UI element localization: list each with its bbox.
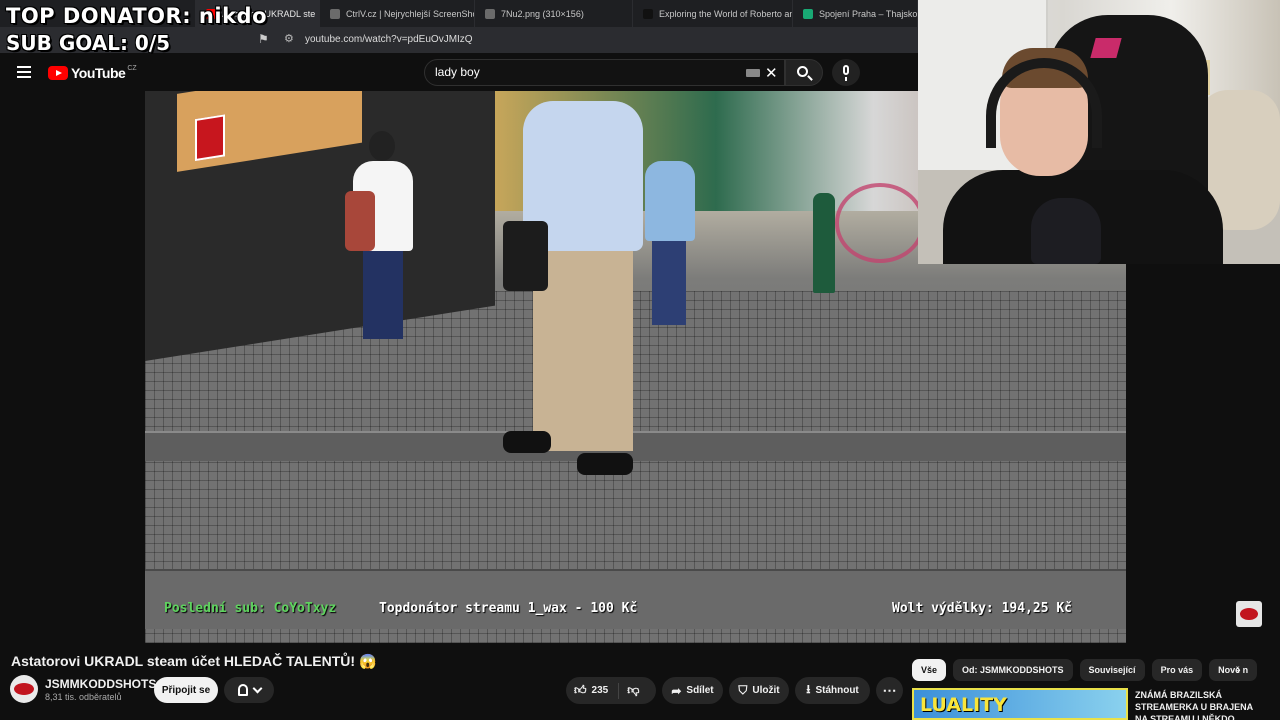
image-favicon-icon <box>485 8 495 19</box>
thumbs-down-icon: 👎︎ <box>627 683 640 697</box>
ctrlv-favicon-icon <box>330 8 340 19</box>
share-button[interactable]: ➦ Sdílet <box>662 677 723 704</box>
search-input[interactable] <box>435 65 735 79</box>
microphone <box>1031 198 1101 264</box>
join-button[interactable]: Připojit se <box>154 677 218 703</box>
youtube-play-icon <box>48 66 68 80</box>
search-button[interactable] <box>785 59 823 86</box>
tiktok-favicon-icon <box>643 8 653 19</box>
youtube-header: YouTube CZ ✕ <box>0 53 918 91</box>
share-icon: ➦ <box>671 683 682 698</box>
streamer-webcam <box>918 0 1280 264</box>
search-box[interactable]: ✕ <box>424 59 785 86</box>
thumbs-up-icon: 👍︎ <box>574 683 587 697</box>
microphone-icon <box>843 65 849 75</box>
recommended-thumbnail[interactable]: LUALITY <box>912 688 1128 720</box>
recommended-title[interactable]: ZNÁMÁ BRAZILSKÁ STREAMERKA U BRAJENA NA … <box>1135 689 1265 720</box>
bell-icon <box>237 684 248 696</box>
pedestrian-old-man <box>503 91 663 491</box>
site-info-icon[interactable]: ⚙ <box>284 32 294 45</box>
more-actions-button[interactable]: ⋯ <box>876 677 903 704</box>
recommendation-chips: Vše Od: JSMMKODDSHOTS Související Pro vá… <box>912 659 1258 681</box>
video-title: Astatorovi UKRADL steam účet HLEDAČ TALE… <box>11 653 377 669</box>
chip-new[interactable]: Nově n <box>1209 659 1258 681</box>
save-button[interactable]: ⛉ Uložit <box>729 677 789 704</box>
youtube-logo[interactable]: YouTube CZ <box>48 65 137 81</box>
bookmark-save-icon: ⛉ <box>738 683 748 697</box>
dislike-button[interactable]: 👎︎ <box>619 683 644 698</box>
voice-search-button[interactable] <box>832 59 860 86</box>
last-sub-overlay: Poslední sub: CoYoTxyz <box>164 601 337 616</box>
keyboard-icon[interactable] <box>746 69 760 77</box>
like-button[interactable]: 👍︎ 235 <box>566 682 620 699</box>
tab-tiktok[interactable]: Exploring the World of Roberto and <box>633 0 793 27</box>
pedestrian-woman <box>345 131 420 346</box>
wolt-earnings-overlay: Wolt výdělky: 194,25 Kč <box>892 601 1073 616</box>
chevron-down-icon <box>252 683 262 694</box>
bicycles <box>835 183 925 263</box>
tab-spojeni[interactable]: Spojení Praha – Thajsko <box>793 0 918 27</box>
download-icon: ⭳ <box>806 682 811 696</box>
tab-ctrlv[interactable]: CtrlV.cz | Nejrychlejší ScreenShot a <box>320 0 475 27</box>
subscriber-count: 8,31 tis. odběratelů <box>45 692 122 702</box>
top-donator-overlay: TOP DONATOR: nikdo <box>6 4 267 28</box>
fire-hydrant <box>813 193 835 293</box>
menu-icon[interactable] <box>17 66 31 78</box>
spojeni-favicon-icon <box>803 8 813 19</box>
stream-topdonator-overlay: Topdonátor streamu 1_wax - 100 Kč <box>379 601 638 616</box>
like-dislike-group: 👍︎ 235 👎︎ <box>566 677 656 704</box>
download-button[interactable]: ⭳ Stáhnout <box>795 677 870 704</box>
channel-name[interactable]: JSMMKODDSHOTS <box>45 677 156 691</box>
clear-search-icon[interactable]: ✕ <box>765 64 778 82</box>
more-icon: ⋯ <box>882 682 897 698</box>
channel-avatar[interactable] <box>10 675 38 703</box>
bookmark-icon[interactable]: ⚑ <box>258 32 270 47</box>
chip-all[interactable]: Vše <box>912 659 947 681</box>
url-field[interactable]: youtube.com/watch?v=pdEuOvJMIzQ <box>305 34 473 45</box>
notification-bell-button[interactable] <box>224 677 274 703</box>
chip-for-you[interactable]: Pro vás <box>1151 659 1203 681</box>
channel-logo-icon[interactable] <box>1236 601 1262 627</box>
search-icon <box>797 66 808 77</box>
tab-image[interactable]: 7Nu2.png (310×156) <box>475 0 633 27</box>
chip-from-channel[interactable]: Od: JSMMKODDSHOTS <box>953 659 1073 681</box>
chip-related[interactable]: Související <box>1079 659 1145 681</box>
sub-goal-overlay: SUB GOAL: 0/5 <box>6 31 171 55</box>
chevron-right-icon[interactable]: › <box>1236 661 1241 677</box>
